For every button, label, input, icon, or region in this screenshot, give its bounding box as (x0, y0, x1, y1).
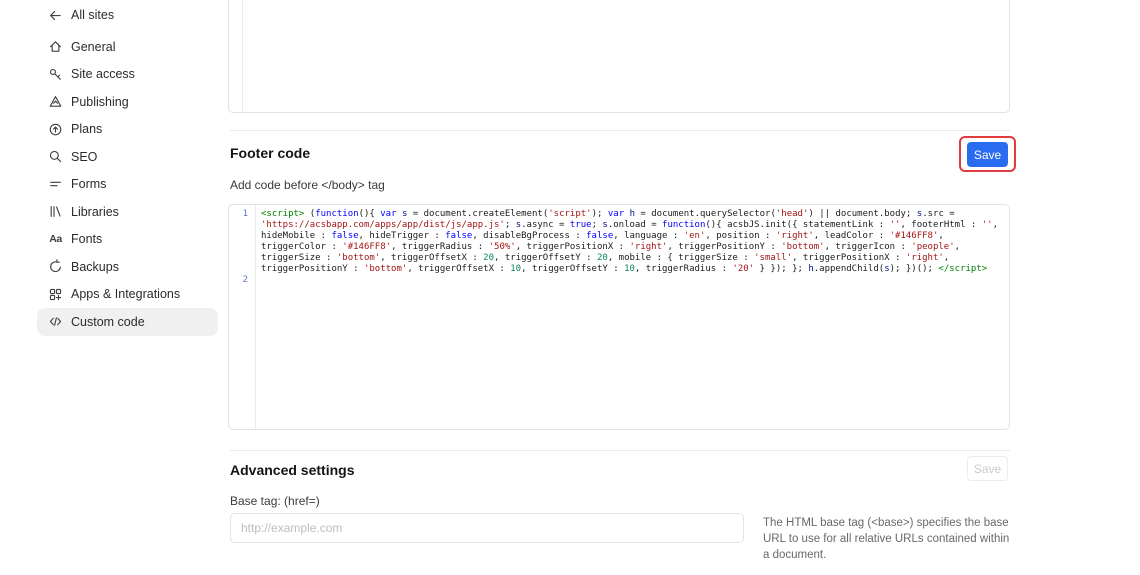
sidebar-item-publishing[interactable]: Publishing (37, 88, 218, 116)
sidebar-item-forms[interactable]: Forms (37, 171, 218, 199)
code-line-content: <script> (function(){ var s = document.c… (255, 209, 1009, 275)
sidebar-item-apps-integrations[interactable]: Apps & Integrations (37, 281, 218, 309)
sidebar-item-general[interactable]: General (37, 33, 218, 61)
back-label: All sites (71, 8, 114, 22)
footer-code-title: Footer code (230, 145, 310, 161)
sidebar-item-site-access[interactable]: Site access (37, 61, 218, 89)
sidebar-item-seo[interactable]: SEO (37, 143, 218, 171)
sidebar-item-fonts[interactable]: Aa Fonts (37, 226, 218, 254)
footer-code-editor[interactable]: 1 <script> (function(){ var s = document… (228, 204, 1010, 430)
advanced-save-button[interactable]: Save (967, 456, 1008, 481)
plans-icon (48, 122, 63, 137)
arrow-left-icon (48, 8, 63, 23)
custom-code-settings-page: All sites General Site access Publishing (0, 0, 1140, 575)
sidebar-item-custom-code[interactable]: Custom code (37, 308, 218, 336)
apps-icon (48, 287, 63, 302)
settings-sidebar: All sites General Site access Publishing (0, 0, 222, 575)
line-number: 1 (229, 209, 255, 220)
home-icon (48, 39, 63, 54)
forms-icon (48, 177, 63, 192)
fonts-icon: Aa (48, 232, 63, 247)
sidebar-item-backups[interactable]: Backups (37, 253, 218, 281)
custom-code-main: Footer code Save Add code before </body>… (228, 0, 1010, 575)
footer-code-hint: Add code before </body> tag (230, 178, 385, 192)
publishing-icon (48, 94, 63, 109)
base-tag-input[interactable] (230, 513, 744, 543)
sidebar-back-all-sites[interactable]: All sites (37, 4, 218, 26)
editor-gutter-divider (242, 0, 243, 112)
code-line-content (255, 275, 1009, 286)
base-tag-label: Base tag: (href=) (230, 494, 320, 508)
advanced-settings-title: Advanced settings (230, 462, 354, 478)
backups-icon (48, 259, 63, 274)
footer-save-button[interactable]: Save (967, 142, 1008, 167)
help-paragraph: The HTML base tag (<base>) specifies the… (763, 515, 1010, 563)
section-divider (230, 130, 1010, 131)
footer-code-body[interactable]: 1 <script> (function(){ var s = document… (229, 205, 1009, 286)
footer-code-line-1: 1 <script> (function(){ var s = document… (229, 209, 1009, 275)
sidebar-item-libraries[interactable]: Libraries (37, 198, 218, 226)
header-code-editor[interactable] (228, 0, 1010, 113)
libraries-icon (48, 204, 63, 219)
sidebar-item-plans[interactable]: Plans (37, 116, 218, 144)
code-icon (48, 314, 63, 329)
search-icon (48, 149, 63, 164)
footer-code-line-2: 2 (229, 275, 1009, 286)
line-number: 2 (229, 275, 255, 286)
base-tag-help: The HTML base tag (<base>) specifies the… (763, 515, 1010, 575)
sidebar-nav-list: General Site access Publishing Plans (0, 33, 222, 336)
section-divider (230, 450, 1010, 451)
key-icon (48, 67, 63, 82)
